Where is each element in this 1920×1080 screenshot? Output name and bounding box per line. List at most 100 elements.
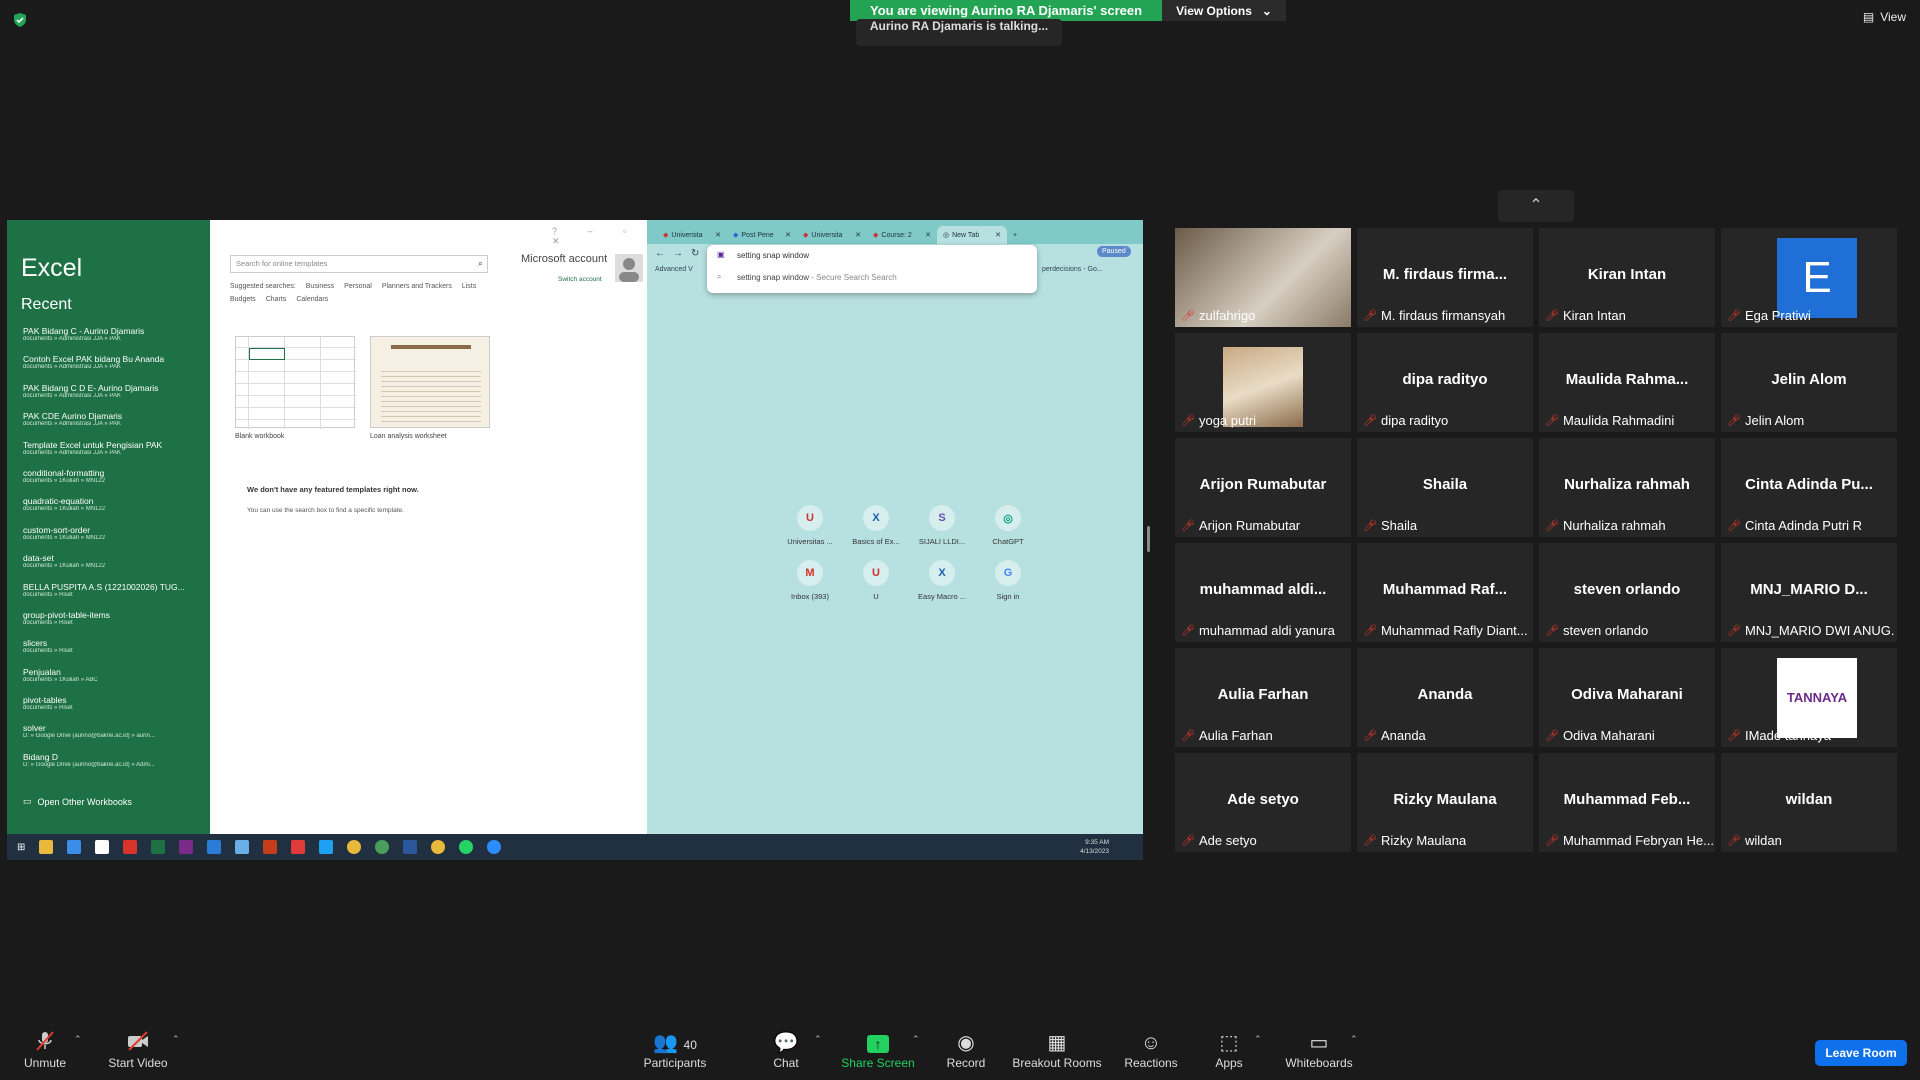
participant-tile[interactable]: steven orlando 🎤︎ steven orlando — [1539, 543, 1715, 642]
close-icon[interactable]: ✕ — [855, 231, 861, 239]
close-icon[interactable]: ✕ — [715, 231, 721, 239]
start-video-button[interactable]: Start Video — [106, 1030, 170, 1070]
participant-tile[interactable]: Kiran Intan 🎤︎ Kiran Intan — [1539, 228, 1715, 327]
recent-file-item[interactable]: Bidang D D: » Google Drive (aurino@bakri… — [23, 752, 208, 780]
omnibox-suggestion[interactable]: setting snap window - Secure Search Sear… — [737, 273, 897, 282]
zoom-icon[interactable] — [487, 840, 502, 854]
app-icon[interactable] — [123, 840, 138, 854]
participant-tile[interactable]: Ade setyo 🎤︎ Ade setyo — [1175, 753, 1351, 852]
recent-file-item[interactable]: quadratic-equation documents » 1Kuliah »… — [23, 496, 208, 524]
browser-tab[interactable]: ◆ Universita ✕ — [797, 226, 867, 244]
profile-paused-badge[interactable]: Paused — [1097, 246, 1131, 257]
recent-file-item[interactable]: PAK CDE Aurino Djamaris documents » Admi… — [23, 411, 208, 439]
apps-button[interactable]: ⬚ Apps — [1212, 1030, 1246, 1070]
open-other-workbooks-link[interactable]: ▭ Open Other Workbooks — [23, 796, 132, 807]
bookmark-item[interactable]: perdecisions - Go... — [1042, 266, 1103, 273]
participant-tile[interactable]: Nurhaliza rahmah 🎤︎ Nurhaliza rahmah — [1539, 438, 1715, 537]
breakout-rooms-button[interactable]: ▦ Breakout Rooms — [1010, 1030, 1104, 1070]
recent-file-item[interactable]: slicers documents » Riset — [23, 638, 208, 666]
chat-button[interactable]: 💬 Chat — [766, 1030, 806, 1070]
shortcut-tile[interactable]: U Universitas ... — [777, 505, 843, 546]
taskbar-clock[interactable]: 9:35 AM 4/13/2023 — [1080, 838, 1109, 856]
recent-file-item[interactable]: Template Excel untuk Pengisian PAK docum… — [23, 440, 208, 468]
shared-screen[interactable]: Excel Recent PAK Bidang C - Aurino Djama… — [7, 220, 1143, 860]
template-search-input[interactable]: Search for online templates ⌕ — [230, 255, 488, 273]
suggested-link[interactable]: Personal — [344, 283, 372, 290]
participant-tile[interactable]: MNJ_MARIO D... 🎤︎ MNJ_MARIO DWI ANUG... — [1721, 543, 1897, 642]
participant-tile[interactable]: Shaila 🎤︎ Shaila — [1357, 438, 1533, 537]
chrome-icon[interactable] — [431, 840, 446, 854]
shortcut-tile[interactable]: M Inbox (393) — [777, 560, 843, 601]
recent-file-item[interactable]: BELLA PUSPITA A.S (1221002026) TUG... do… — [23, 582, 208, 610]
omnibox-dropdown[interactable]: ▣ setting snap window ⌕ setting snap win… — [707, 245, 1037, 293]
participant-tile[interactable]: wildan 🎤︎ wildan — [1721, 753, 1897, 852]
windows-start-icon[interactable]: ⊞ — [17, 842, 25, 853]
recent-file-item[interactable]: Penjualan documents » 1Kuliah » ABC — [23, 667, 208, 695]
calendar-icon[interactable] — [95, 840, 110, 854]
shield-icon[interactable] — [12, 12, 28, 28]
recent-file-item[interactable]: pivot-tables documents » Riset — [23, 695, 208, 723]
suggested-link[interactable]: Lists — [462, 283, 476, 290]
view-button[interactable]: ▤ View — [1863, 10, 1906, 24]
browser-tab[interactable]: ◆ Course: 2 ✕ — [867, 226, 937, 244]
suggested-link[interactable]: Budgets — [230, 296, 256, 303]
shortcut-tile[interactable]: G Sign in — [975, 560, 1041, 601]
reload-icon[interactable]: ↻ — [691, 248, 699, 259]
shortcut-tile[interactable]: U U — [843, 560, 909, 601]
close-icon[interactable]: ✕ — [785, 231, 791, 239]
word-icon[interactable] — [403, 840, 418, 854]
recent-file-item[interactable]: Contoh Excel PAK bidang Bu Ananda docume… — [23, 354, 208, 382]
recent-file-item[interactable]: PAK Bidang C D E- Aurino Djamaris docume… — [23, 383, 208, 411]
reactions-button[interactable]: ☺ Reactions — [1122, 1030, 1180, 1070]
collapse-gallery-button[interactable]: ⌃ — [1498, 190, 1574, 222]
close-icon[interactable]: ✕ — [995, 231, 1001, 239]
store-icon[interactable] — [67, 840, 82, 854]
mail-icon[interactable] — [207, 840, 222, 854]
app-icon[interactable] — [235, 840, 250, 854]
participant-tile[interactable]: dipa radityo 🎤︎ dipa radityo — [1357, 333, 1533, 432]
whiteboards-button[interactable]: ▭ Whiteboards — [1282, 1030, 1356, 1070]
participant-tile[interactable]: Jelin Alom 🎤︎ Jelin Alom — [1721, 333, 1897, 432]
participant-tile[interactable]: Muhammad Feb... 🎤︎ Muhammad Febryan He... — [1539, 753, 1715, 852]
powerpoint-icon[interactable] — [263, 840, 278, 854]
participant-tile[interactable]: TANNAYA 🎤︎ IMade tannaya — [1721, 648, 1897, 747]
shortcut-tile[interactable]: X Easy Macro ... — [909, 560, 975, 601]
leave-room-button[interactable]: Leave Room — [1815, 1040, 1907, 1066]
share-screen-button[interactable]: ↑ Share Screen — [838, 1030, 918, 1070]
avatar[interactable] — [615, 254, 643, 282]
suggested-link[interactable]: Charts — [266, 296, 287, 303]
omnibox-input[interactable]: setting snap window — [737, 251, 809, 260]
loan-analysis-template[interactable] — [370, 336, 490, 428]
acrobat-icon[interactable] — [291, 840, 306, 854]
chrome-profile-icon[interactable] — [375, 840, 390, 854]
recent-file-item[interactable]: conditional-formatting documents » 1Kuli… — [23, 468, 208, 496]
participant-tile[interactable]: E 🎤︎ Ega Pratiwi — [1721, 228, 1897, 327]
shortcut-tile[interactable]: S SIJALI LLDI... — [909, 505, 975, 546]
recent-file-item[interactable]: solver D: » Google Drive (aurino@bakrie.… — [23, 723, 208, 751]
recent-file-item[interactable]: data-set documents » 1Kuliah » MN122 — [23, 553, 208, 581]
browser-tab-active[interactable]: ◎ New Tab ✕ — [937, 226, 1007, 244]
participant-tile[interactable]: Rizky Maulana 🎤︎ Rizky Maulana — [1357, 753, 1533, 852]
close-icon[interactable]: ✕ — [925, 231, 931, 239]
participant-tile[interactable]: Cinta Adinda Pu... 🎤︎ Cinta Adinda Putri R — [1721, 438, 1897, 537]
unmute-button[interactable]: Unmute — [20, 1030, 70, 1070]
participant-tile[interactable]: Odiva Maharani 🎤︎ Odiva Maharani — [1539, 648, 1715, 747]
suggested-link[interactable]: Business — [306, 283, 334, 290]
participants-button[interactable]: 👥 40 Participants — [640, 1030, 710, 1070]
participant-tile[interactable]: 🎤︎ yoga putri — [1175, 333, 1351, 432]
recent-file-item[interactable]: group-pivot-table-items documents » Rise… — [23, 610, 208, 638]
edge-icon[interactable] — [319, 840, 334, 854]
recent-file-item[interactable]: PAK Bidang C - Aurino Djamaris documents… — [23, 326, 208, 354]
participant-tile[interactable]: Ananda 🎤︎ Ananda — [1357, 648, 1533, 747]
back-icon[interactable]: ← — [655, 248, 665, 259]
file-explorer-icon[interactable] — [39, 840, 54, 854]
recent-file-item[interactable]: custom-sort-order documents » 1Kuliah » … — [23, 525, 208, 553]
forward-icon[interactable]: → — [673, 248, 683, 259]
search-icon[interactable]: ⌕ — [478, 258, 483, 269]
participant-tile[interactable]: Aulia Farhan 🎤︎ Aulia Farhan — [1175, 648, 1351, 747]
shortcut-tile[interactable]: ◎ ChatGPT — [975, 505, 1041, 546]
participant-tile[interactable]: Maulida Rahma... 🎤︎ Maulida Rahmadini — [1539, 333, 1715, 432]
switch-account-link[interactable]: Switch account — [558, 276, 602, 283]
chrome-icon[interactable] — [347, 840, 362, 854]
whatsapp-icon[interactable] — [459, 840, 474, 854]
